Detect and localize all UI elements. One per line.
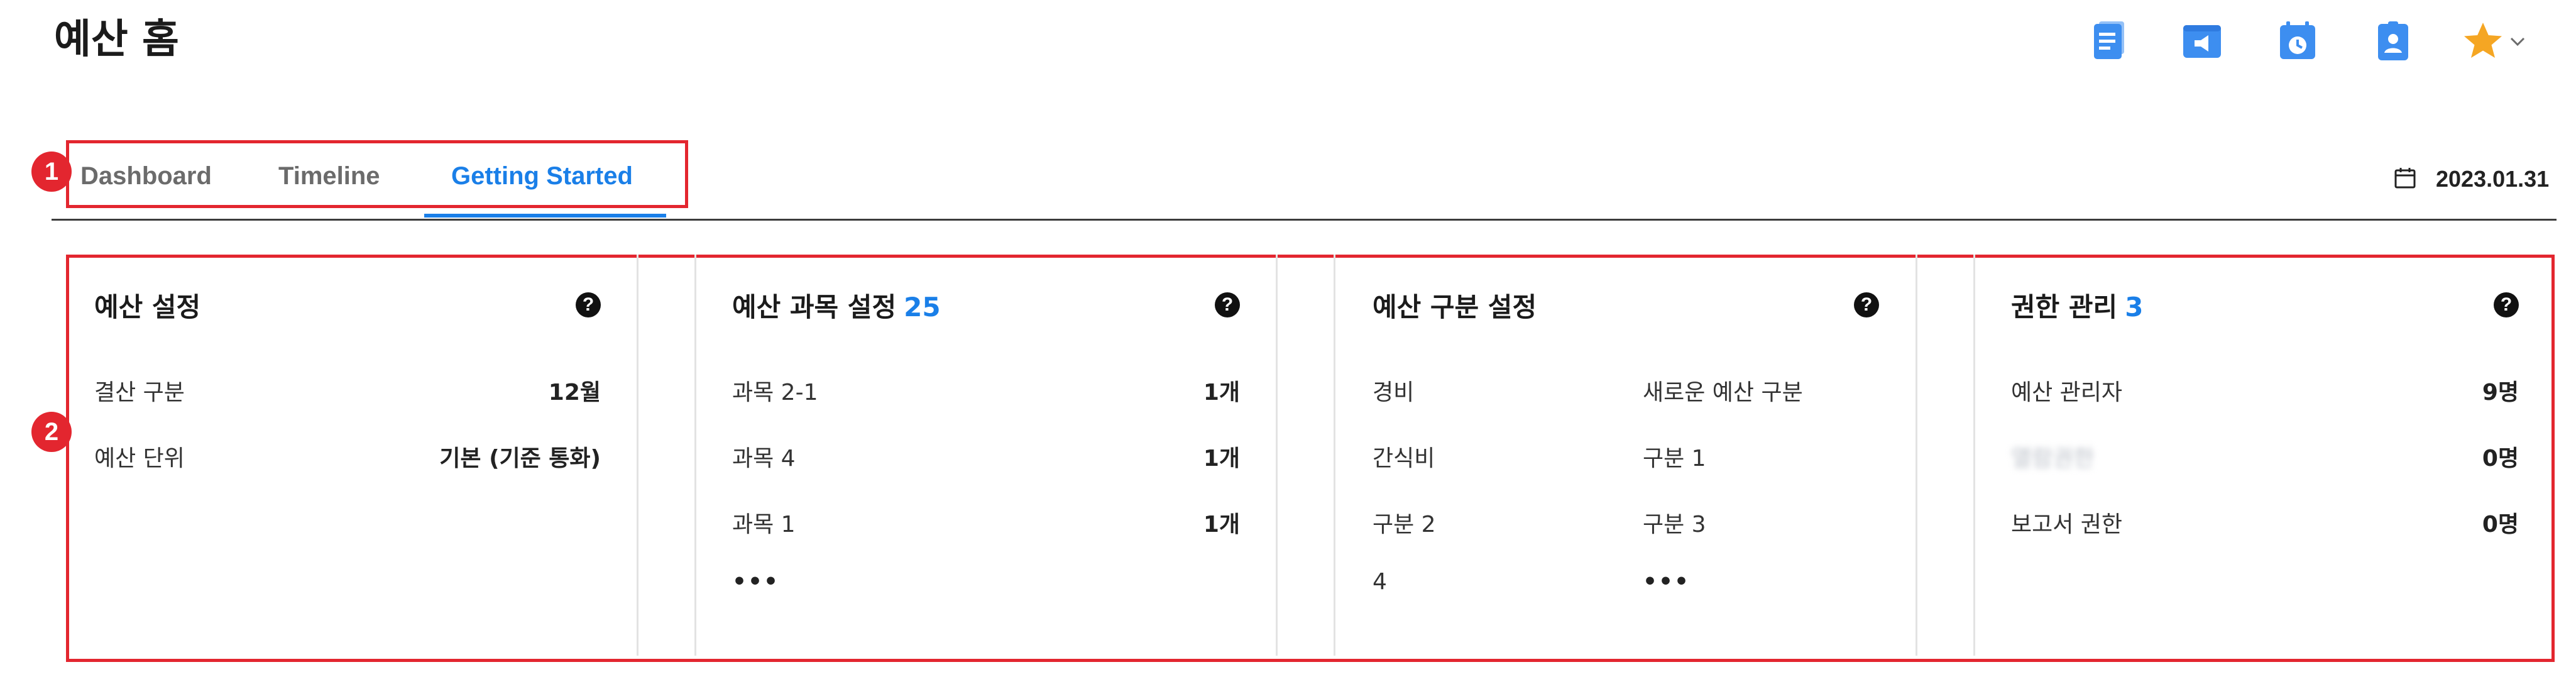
card-title[interactable]: 권한 관리 3 xyxy=(2011,286,2143,324)
current-date: 2023.01.31 xyxy=(2436,166,2550,192)
card-divider xyxy=(694,255,696,656)
annotation-badge-1: 1 xyxy=(31,152,72,192)
card-divider xyxy=(1334,255,1335,656)
calendar-clock-icon[interactable] xyxy=(2275,19,2320,64)
help-icon[interactable]: ? xyxy=(2494,292,2519,317)
row-label: 예산 단위 xyxy=(94,446,185,471)
page-title: 예산 홈 xyxy=(54,16,179,63)
row-value: 12월 xyxy=(548,380,601,405)
help-icon[interactable]: ? xyxy=(576,292,601,317)
card-budget-settings: 예산 설정 ? 결산 구분 12월 예산 단위 기본 (기준 통화) xyxy=(94,255,601,656)
card-divider xyxy=(1276,255,1278,656)
count-badge: 3 xyxy=(2125,292,2144,322)
category-item: 간식비 xyxy=(1373,446,1435,471)
row-value: 1개 xyxy=(1203,380,1240,405)
row-label: 보고서 권한 xyxy=(2011,512,2123,537)
category-item: 새로운 예산 구분 xyxy=(1643,380,1803,405)
date-display[interactable]: 2023.01.31 xyxy=(2393,160,2549,198)
row-value: 기본 (기준 통화) xyxy=(439,446,601,471)
count-badge: 25 xyxy=(904,292,941,322)
row-label: 예산 관리자 xyxy=(2011,380,2123,405)
row-label: 결산 구분 xyxy=(94,380,185,405)
category-item: 구분 3 xyxy=(1643,512,1706,537)
document-icon[interactable] xyxy=(2085,19,2130,64)
row-value: 9명 xyxy=(2482,380,2519,405)
row-label: 과목 1 xyxy=(732,512,796,537)
row-value: 0명 xyxy=(2482,512,2519,537)
category-item: 구분 2 xyxy=(1373,512,1436,537)
card-budget-subjects: 예산 과목 설정 25 ? 과목 2-1 1개 과목 4 1개 과목 1 1개 •… xyxy=(732,255,1240,656)
announcement-icon[interactable] xyxy=(2179,19,2225,64)
user-badge-icon[interactable] xyxy=(2370,19,2416,64)
more-ellipsis[interactable]: ••• xyxy=(1643,569,1690,595)
card-divider xyxy=(1916,255,1917,656)
card-divider xyxy=(637,255,639,656)
category-item: 경비 xyxy=(1373,380,1415,405)
annotation-box-tabs xyxy=(66,140,688,208)
tabs-divider xyxy=(52,219,2557,221)
row-value: 1개 xyxy=(1203,446,1240,471)
star-icon[interactable] xyxy=(2460,19,2506,64)
row-value: 0명 xyxy=(2482,446,2519,471)
card-title[interactable]: 예산 구분 설정 xyxy=(1373,286,1537,324)
card-budget-categories: 예산 구분 설정 ? 경비 간식비 구분 2 4 새로운 예산 구분 구분 1 … xyxy=(1373,255,1879,656)
calendar-icon xyxy=(2393,166,2417,192)
row-label-blurred: 열람권한 xyxy=(2011,446,2095,471)
more-ellipsis[interactable]: ••• xyxy=(732,569,779,595)
card-divider xyxy=(1973,255,1975,656)
card-title[interactable]: 예산 과목 설정 25 xyxy=(732,286,941,324)
row-label: 과목 2-1 xyxy=(732,380,818,405)
row-label: 과목 4 xyxy=(732,446,796,471)
row-value: 1개 xyxy=(1203,512,1240,537)
help-icon[interactable]: ? xyxy=(1854,292,1879,317)
card-permissions: 권한 관리 3 ? 예산 관리자 9명 열람권한 0명 보고서 권한 0명 xyxy=(2011,255,2519,656)
help-icon[interactable]: ? xyxy=(1215,292,1240,317)
chevron-down-icon[interactable] xyxy=(2507,31,2528,52)
category-item: 4 xyxy=(1373,569,1387,595)
active-tab-indicator xyxy=(424,214,666,218)
card-title[interactable]: 예산 설정 xyxy=(94,286,200,324)
annotation-badge-2: 2 xyxy=(31,412,72,452)
category-item: 구분 1 xyxy=(1643,446,1706,471)
